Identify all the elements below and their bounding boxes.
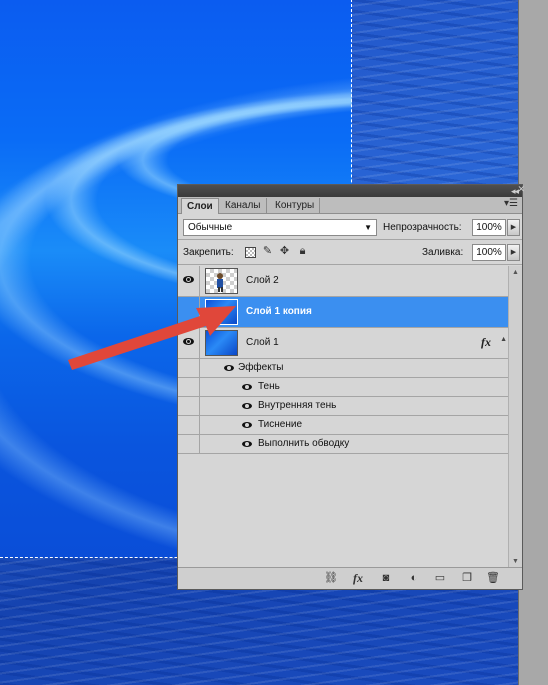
eye-icon [183,338,194,345]
eye-icon [242,441,252,447]
figure-thumbnail-icon [217,273,223,292]
eye-icon [242,422,252,428]
blend-opacity-row: Обычные ▼ Непрозрачность: 100% ▶ [183,217,520,237]
panel-bottom-toolbar: ⛓ fx ◙ ◐ ▭ ❐ 🗑︎ [178,567,522,589]
divider [178,264,522,265]
layer-thumbnail [205,268,238,294]
visibility-toggle[interactable] [178,416,200,435]
layer-row-sloy-1[interactable]: Слой 1 fx ▲ [178,328,509,359]
effect-row-inner-shadow[interactable]: Внутренняя тень [178,397,509,416]
effects-header-row[interactable]: Эффекты [178,359,509,378]
lock-move-icon[interactable]: ✥ [278,245,291,258]
layer-name: Слой 1 копия [246,306,312,317]
visibility-toggle[interactable] [178,378,200,397]
new-layer-icon[interactable]: ❐ [459,571,475,585]
effect-label: Тень [258,381,280,392]
visibility-toggle[interactable] [178,359,200,378]
opacity-label: Непрозрачность: [383,222,462,233]
layers-scrollbar[interactable]: ▲ ▼ [508,266,522,568]
visibility-toggle[interactable] [178,266,200,297]
close-panel-icon[interactable]: ✕ [517,184,524,195]
eye-icon [183,276,194,283]
panel-tabs: Слои Каналы Контуры ▾☰ [178,197,522,214]
fill-input[interactable]: 100% [472,244,506,261]
layers-list: Слой 2 Слой 1 копия Слой 1 fx ▲ Эффекты … [178,266,509,568]
mask-icon[interactable]: ◙ [378,571,394,585]
trash-icon[interactable]: 🗑︎ [485,571,501,585]
effect-row-emboss[interactable]: Тиснение [178,416,509,435]
link-icon[interactable]: ⛓ [323,571,339,585]
layer-row-sloy-2[interactable]: Слой 2 [178,266,509,297]
effect-label: Внутренняя тень [258,400,337,411]
group-folder-icon[interactable]: ▭ [432,571,448,585]
eye-icon [242,403,252,409]
panel-menu-icon[interactable]: ▾☰ [504,198,518,209]
layer-thumbnail [205,330,238,356]
divider [178,239,522,240]
tab-channels[interactable]: Каналы [220,198,267,213]
layer-effects-fx-icon[interactable]: fx [481,335,491,350]
layers-panel: ◂◂ ✕ Слои Каналы Контуры ▾☰ Обычные ▼ Не… [177,184,525,590]
lock-transparency-icon[interactable] [245,247,256,258]
lock-fill-row: Закрепить: ✎ ✥ 🔒︎ Заливка: 100% ▶ [183,242,520,262]
fx-icon[interactable]: fx [350,571,366,585]
layer-name: Слой 1 [246,337,279,348]
fill-label: Заливка: [422,247,464,258]
layer-thumbnail [205,299,238,325]
expand-effects-arrow-icon[interactable]: ▲ [500,336,507,343]
effect-row-stroke[interactable]: Выполнить обводку [178,435,509,454]
effect-row-shadow[interactable]: Тень [178,378,509,397]
layer-name: Слой 2 [246,275,279,286]
tab-paths[interactable]: Контуры [270,198,321,213]
effect-label: Тиснение [258,419,303,430]
panel-title-bar[interactable]: ◂◂ ✕ [178,184,525,197]
lock-brush-icon[interactable]: ✎ [261,245,274,258]
scroll-down-icon[interactable]: ▼ [512,558,519,565]
eye-icon [242,384,252,390]
opacity-slider-button[interactable]: ▶ [507,219,520,236]
opacity-input[interactable]: 100% [472,219,506,236]
adjustment-icon[interactable]: ◐ [406,571,422,585]
fill-slider-button[interactable]: ▶ [507,244,520,261]
effect-label: Выполнить обводку [258,438,350,449]
tab-layers[interactable]: Слои [181,198,219,214]
visibility-toggle[interactable] [178,397,200,416]
visibility-toggle[interactable] [178,328,200,359]
layer-row-sloy-1-kopiya[interactable]: Слой 1 копия [178,297,509,328]
blend-mode-value: Обычные [188,222,233,233]
blend-mode-select[interactable]: Обычные ▼ [183,219,377,236]
visibility-toggle[interactable] [178,297,200,328]
effects-header-label: Эффекты [238,362,284,373]
lock-all-icon[interactable]: 🔒︎ [296,245,309,258]
eye-icon [224,365,234,371]
lock-label: Закрепить: [183,247,234,258]
scroll-up-icon[interactable]: ▲ [512,269,519,276]
dropdown-arrow-icon: ▼ [364,223,372,232]
visibility-toggle[interactable] [178,435,200,454]
